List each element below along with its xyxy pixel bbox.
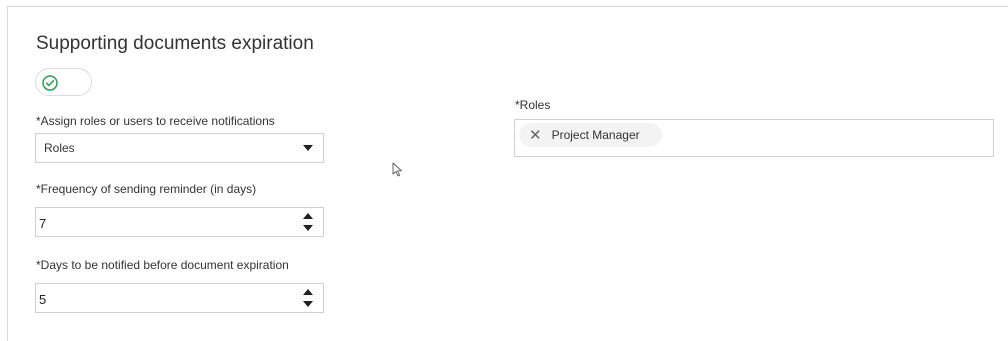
decrement-icon[interactable] bbox=[293, 222, 323, 236]
notify-label: *Assign roles or users to receive notifi… bbox=[36, 114, 275, 128]
check-circle-icon bbox=[39, 72, 60, 93]
notify-type-value: Roles bbox=[44, 141, 75, 155]
role-chip: ✕ Project Manager bbox=[519, 123, 662, 147]
section-title: Supporting documents expiration bbox=[36, 33, 314, 54]
increment-icon[interactable] bbox=[293, 284, 323, 298]
days-before-value: 5 bbox=[39, 292, 47, 307]
role-chip-label: Project Manager bbox=[551, 128, 640, 142]
caret-down-icon bbox=[303, 145, 313, 151]
frequency-label: *Frequency of sending reminder (in days) bbox=[36, 182, 257, 196]
frequency-value: 7 bbox=[39, 216, 47, 231]
increment-icon[interactable] bbox=[293, 208, 323, 222]
mouse-cursor-icon bbox=[392, 162, 404, 178]
notify-type-select[interactable]: Roles bbox=[35, 133, 324, 163]
decrement-icon[interactable] bbox=[293, 298, 323, 312]
close-icon[interactable]: ✕ bbox=[529, 128, 542, 143]
days-before-label: *Days to be notified before document exp… bbox=[36, 258, 289, 272]
days-before-stepper[interactable] bbox=[293, 284, 323, 312]
expiration-toggle[interactable] bbox=[35, 68, 92, 96]
roles-multiselect[interactable]: ✕ Project Manager bbox=[514, 119, 994, 157]
days-before-input[interactable]: 5 bbox=[35, 283, 324, 313]
frequency-stepper[interactable] bbox=[293, 208, 323, 236]
roles-label: *Roles bbox=[515, 98, 551, 112]
frequency-input[interactable]: 7 bbox=[35, 207, 324, 237]
